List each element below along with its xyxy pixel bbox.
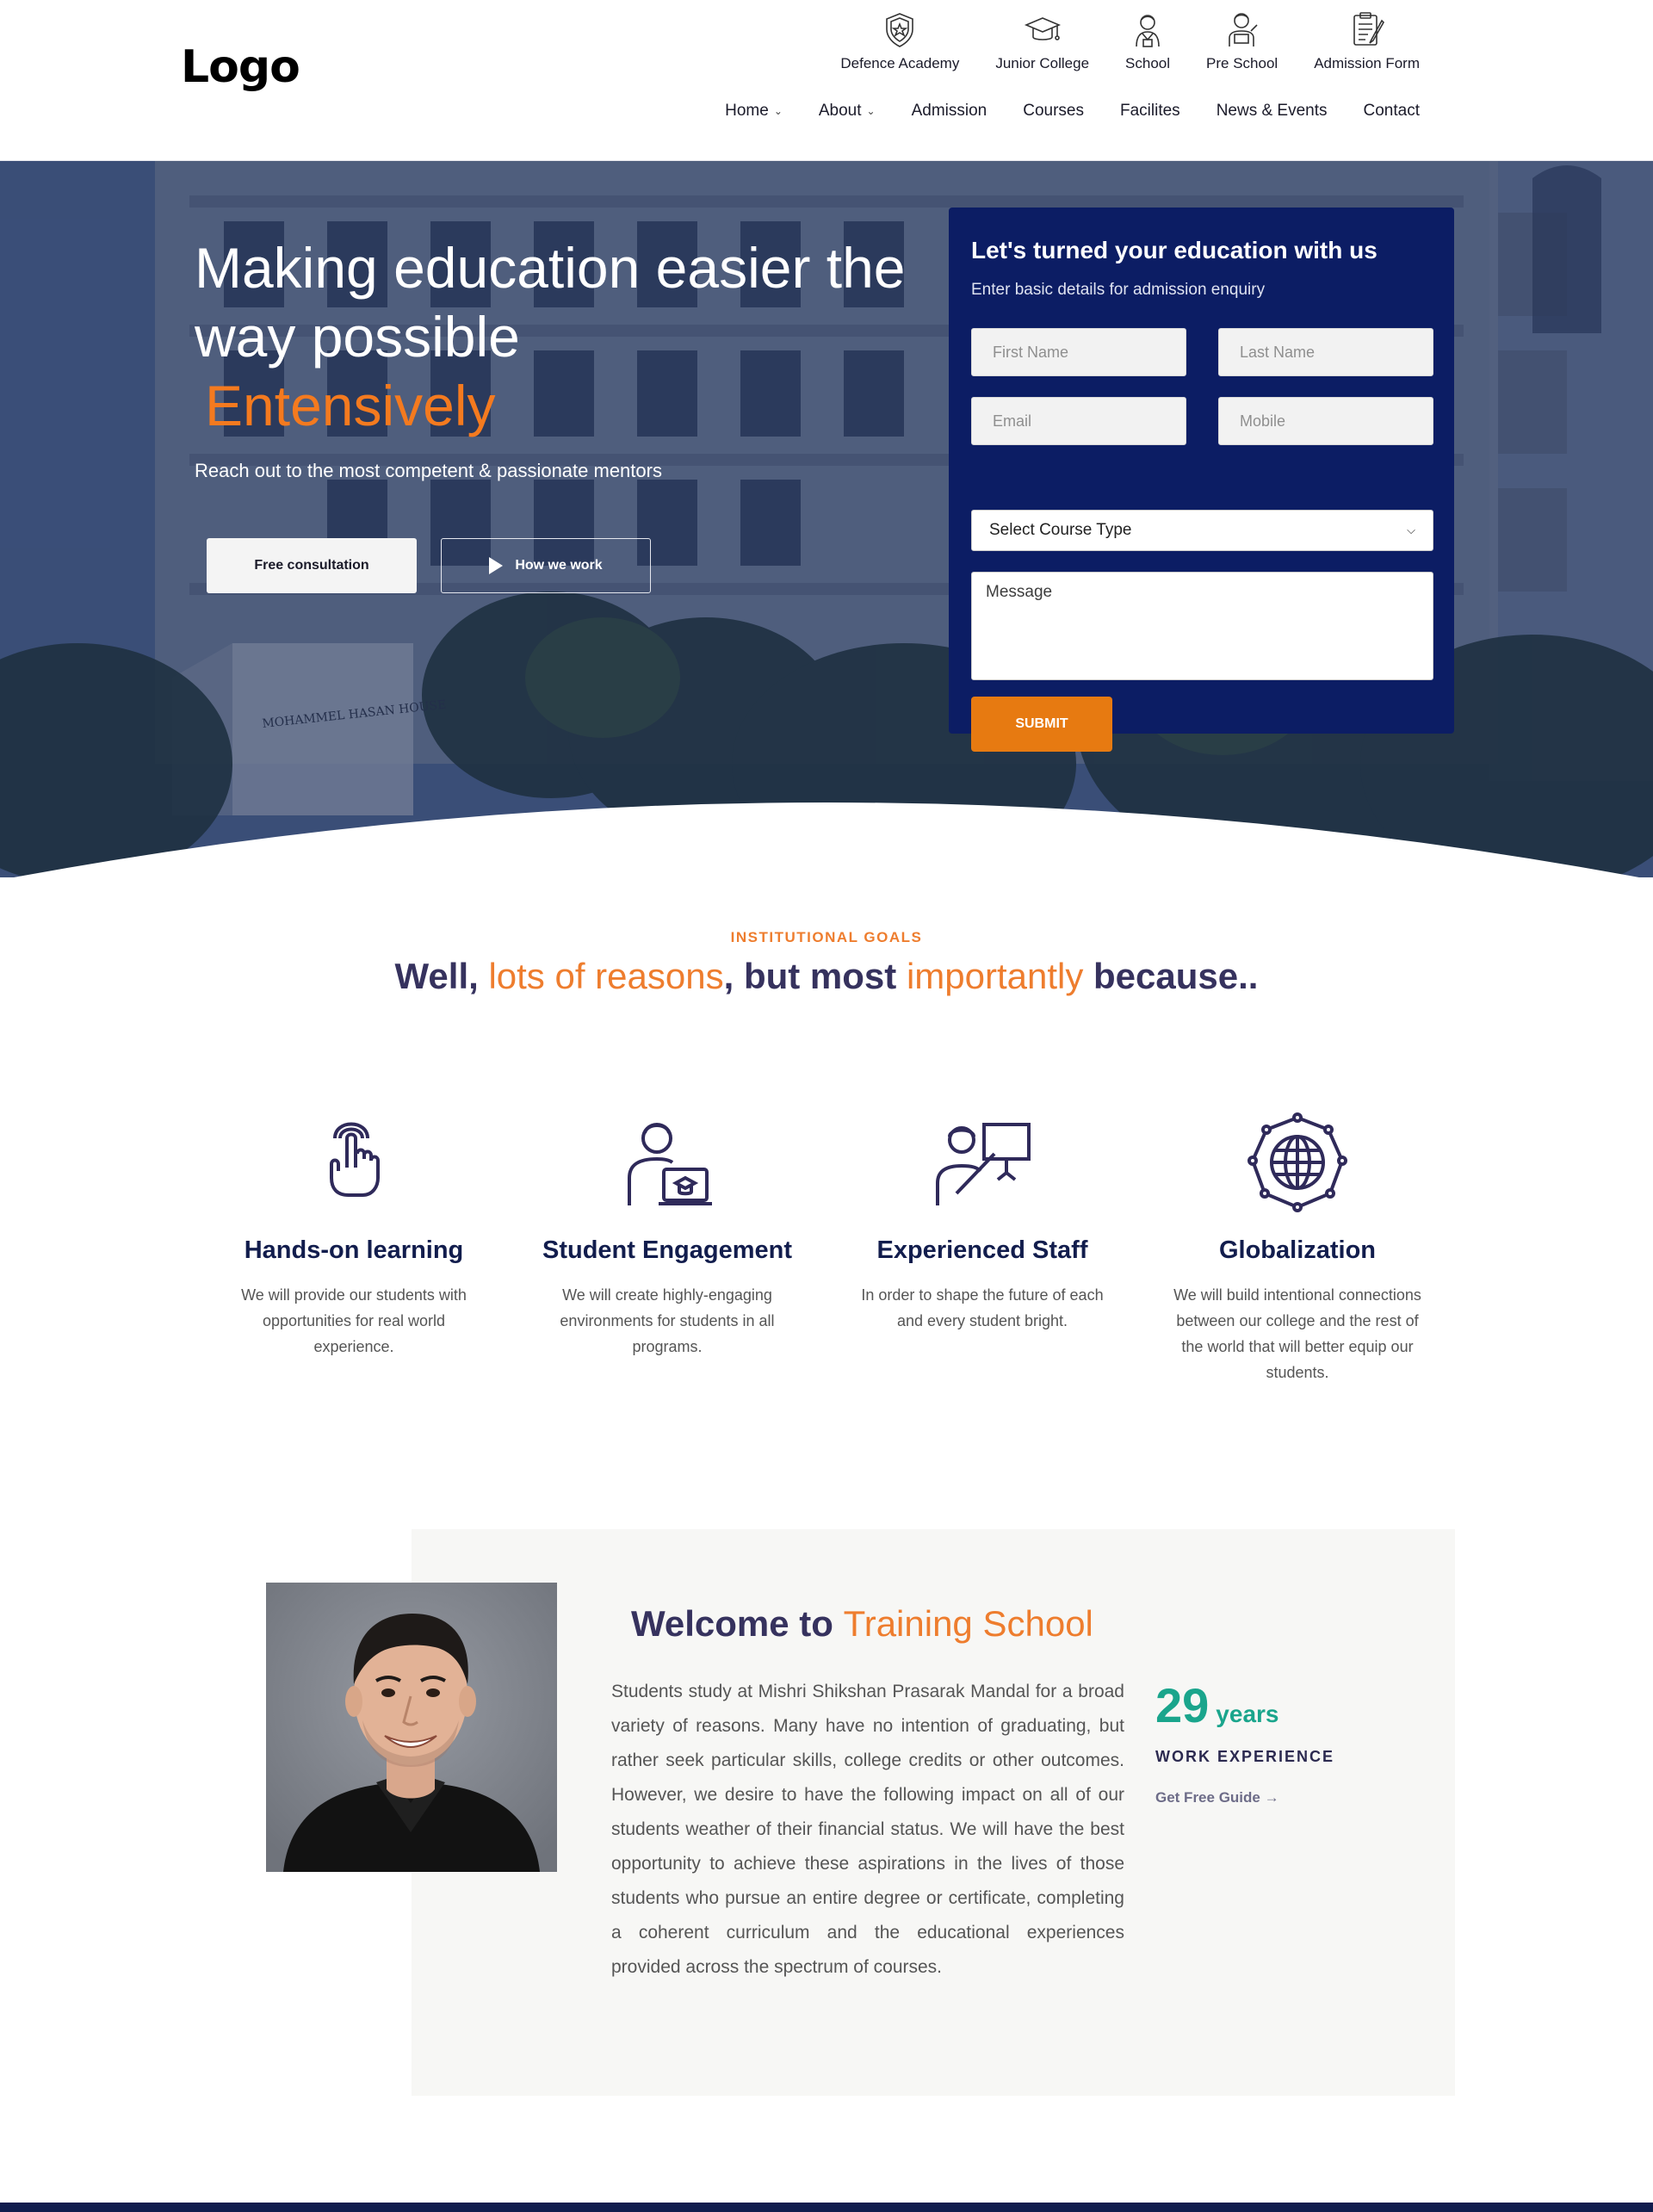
graduation-cap-icon	[1024, 17, 1061, 40]
nav-admission[interactable]: Admission	[894, 102, 1006, 121]
site-logo[interactable]: Logo	[181, 41, 300, 93]
teacher-portrait	[266, 1583, 557, 1872]
chevron-down-icon: ⌵	[1407, 524, 1415, 536]
top-link-pre-school[interactable]: Pre School	[1188, 10, 1296, 72]
goals-title: Well, lots of reasons, but most importan…	[0, 956, 1653, 997]
nav-news-events[interactable]: News & Events	[1198, 102, 1346, 121]
feature-text: We will create highly-engaging environme…	[560, 1286, 775, 1355]
first-name-field[interactable]	[971, 328, 1186, 376]
top-quick-links: Defence Academy Junior College School Pr…	[822, 10, 1438, 72]
message-field[interactable]	[971, 572, 1433, 680]
nav-label: Courses	[1023, 102, 1084, 120]
welcome-title-accent: Training School	[843, 1603, 1093, 1644]
child-icon	[1228, 13, 1258, 46]
top-link-junior-college[interactable]: Junior College	[977, 10, 1107, 72]
work-experience-label: WORK EXPERIENCE	[1155, 1748, 1335, 1765]
years-number: 29	[1155, 1678, 1210, 1732]
nav-label: News & Events	[1216, 102, 1328, 120]
admission-enquiry-form: Let's turned your education with us Ente…	[949, 208, 1454, 752]
goals-title-accent: lots of reasons	[488, 956, 724, 996]
feature-student-engagement: Student Engagement We will create highly…	[525, 1111, 809, 1360]
form-title: Let's turned your education with us	[971, 237, 1378, 263]
course-type-select[interactable]: Select Course Type ⌵	[971, 510, 1433, 551]
free-consultation-button[interactable]: Free consultation	[207, 538, 417, 593]
feature-title: Globalization	[1218, 1236, 1377, 1264]
nav-home[interactable]: Home ⌄	[707, 102, 801, 121]
feature-text: We will build intentional connections be…	[1173, 1286, 1421, 1381]
nav-label: Facilites	[1120, 102, 1180, 120]
welcome-title-part: Welcome to	[631, 1603, 844, 1644]
top-link-label: Junior College	[995, 55, 1090, 71]
nav-courses[interactable]: Courses	[1005, 102, 1102, 121]
touch-hand-icon	[330, 1122, 380, 1197]
feature-hands-on-learning: Hands-on learning We will provide our st…	[212, 1111, 496, 1360]
feature-text: In order to shape the future of each and…	[861, 1286, 1104, 1329]
years-counter: 29 years	[1155, 1677, 1278, 1733]
top-link-label: School	[1125, 55, 1171, 71]
last-name-field[interactable]	[1218, 328, 1433, 376]
feature-experienced-staff: Experienced Staff In order to shape the …	[840, 1111, 1124, 1334]
student-laptop-icon	[628, 1123, 712, 1205]
submit-button[interactable]: SUBMIT	[971, 697, 1112, 752]
how-we-work-label: How we work	[515, 558, 603, 573]
email-field[interactable]	[971, 397, 1186, 445]
form-icon	[1353, 12, 1384, 46]
top-link-admission-form[interactable]: Admission Form	[1296, 10, 1438, 72]
footer-top-bar	[0, 2203, 1653, 2212]
nav-label: Admission	[911, 102, 987, 120]
nav-label: Home	[725, 102, 769, 120]
welcome-title: Welcome to Training School	[631, 1603, 1093, 1645]
nav-label: Contact	[1363, 102, 1420, 120]
goals-title-part: because..	[1083, 956, 1259, 996]
nav-label: About	[818, 102, 862, 120]
mobile-field[interactable]	[1218, 397, 1433, 445]
welcome-paragraph: Students study at Mishri Shikshan Prasar…	[611, 1682, 1124, 1977]
nav-contact[interactable]: Contact	[1346, 102, 1438, 121]
form-subtitle: Enter basic details for admission enquir…	[971, 281, 1266, 299]
person-photo	[266, 1583, 557, 1872]
goals-eyebrow: INSTITUTIONAL GOALS	[730, 929, 923, 945]
top-link-label: Defence Academy	[840, 55, 960, 71]
goals-title-part: Well,	[394, 956, 489, 996]
hero-curve-divider	[14, 802, 1639, 877]
top-link-school[interactable]: School	[1107, 10, 1188, 72]
years-unit: years	[1216, 1701, 1279, 1727]
hero-subtitle: Reach out to the most competent & passio…	[195, 460, 662, 481]
shield-icon	[886, 13, 914, 47]
feature-text: We will provide our students with opport…	[241, 1286, 467, 1355]
site-header: Logo Defence Academy Junior College Scho…	[0, 0, 1653, 161]
feature-title: Student Engagement	[542, 1236, 792, 1264]
top-link-label: Admission Form	[1314, 55, 1420, 71]
get-free-guide-link[interactable]: Get Free Guide →	[1155, 1789, 1279, 1806]
nav-facilities[interactable]: Facilites	[1102, 102, 1198, 121]
teacher-board-icon	[936, 1123, 1031, 1205]
globe-network-icon	[1247, 1112, 1347, 1212]
hero-accent-word: Entensively	[205, 374, 496, 437]
feature-title: Experienced Staff	[876, 1236, 1088, 1264]
how-we-work-button[interactable]: How we work	[441, 538, 651, 593]
nav-about[interactable]: About ⌄	[801, 102, 894, 121]
top-link-label: Pre School	[1206, 55, 1278, 71]
play-icon	[489, 557, 504, 574]
goals-title-accent: importantly	[906, 956, 1084, 996]
top-link-defence-academy[interactable]: Defence Academy	[822, 10, 977, 72]
hero-title: Making education easier the way possible	[195, 236, 906, 369]
chevron-down-icon: ⌄	[866, 105, 876, 117]
feature-globalization: Globalization We will build intentional …	[1155, 1111, 1439, 1385]
goals-title-part: , but most	[723, 956, 907, 996]
main-navigation: Home ⌄ About ⌄ Admission Courses Facilit…	[707, 102, 1438, 121]
student-icon	[1136, 15, 1160, 47]
feature-title: Hands-on learning	[244, 1236, 464, 1264]
chevron-down-icon: ⌄	[773, 105, 783, 117]
hero-section: MOHAMMEL HASAN HOUSE Making education ea…	[0, 161, 1653, 877]
course-type-value: Select Course Type	[989, 521, 1132, 539]
